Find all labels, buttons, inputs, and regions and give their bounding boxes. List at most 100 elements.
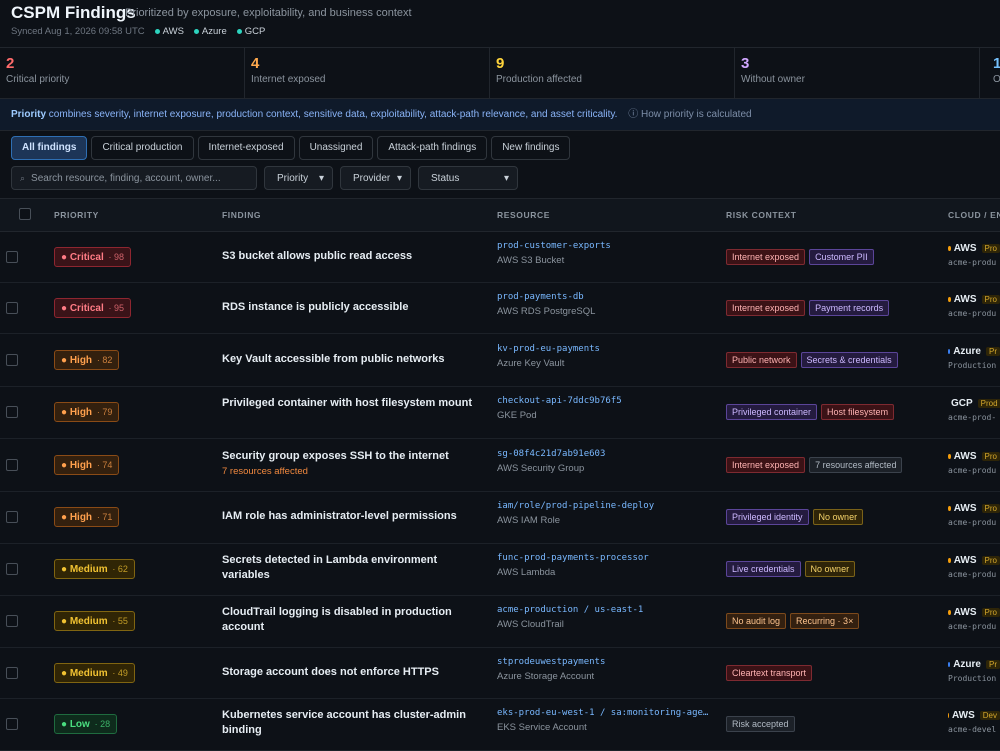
status-select[interactable]: Status ▾ [418, 166, 518, 190]
resource-name[interactable]: kv-prod-eu-payments [497, 344, 711, 354]
resource-cell[interactable]: iam/role/prod-pipeline-deploy AWS IAM Rol… [497, 501, 711, 526]
environment-badge: Pro [981, 451, 1000, 461]
tab-unassigned[interactable]: Unassigned [298, 136, 374, 160]
table-row[interactable]: ● High · 79 Privileged container with ho… [0, 386, 1000, 439]
table-row[interactable]: ● Medium · 55 CloudTrail logging is disa… [0, 595, 1000, 648]
resource-name[interactable]: func-prod-payments-processor [497, 553, 711, 563]
page-subtitle: Prioritized by exposure, exploitability,… [125, 7, 412, 19]
cloud-provider: AWS [951, 710, 975, 721]
row-checkbox[interactable] [6, 511, 18, 523]
finding-title[interactable]: Security group exposes SSH to the intern… [222, 449, 484, 479]
priority-badge: ● High · 74 [54, 454, 120, 475]
resource-name[interactable]: iam/role/prod-pipeline-deploy [497, 501, 711, 511]
tab-critical-production[interactable]: Critical production [91, 136, 194, 160]
resource-cell[interactable]: acme-production / us-east-1 AWS CloudTrai… [497, 605, 711, 630]
search-input[interactable]: ⌕ Search resource, finding, account, own… [11, 166, 257, 190]
row-checkbox[interactable] [6, 353, 18, 366]
environment-badge: Pro [981, 243, 1000, 253]
priority-badge: ● Medium · 62 [54, 559, 135, 579]
select-all-checkbox[interactable] [19, 208, 31, 220]
stat-without-owner[interactable]: 3 Without owner [735, 48, 980, 98]
resource-name[interactable]: checkout-api-7ddc9b76f5 [497, 396, 711, 406]
filter-bar: ⌕ Search resource, finding, account, own… [11, 166, 518, 190]
finding-title[interactable]: Privileged container with host filesyste… [222, 396, 484, 411]
tab-attack-path-findings[interactable]: Attack-path findings [377, 136, 488, 160]
finding-title[interactable]: CloudTrail logging is disabled in produc… [222, 605, 484, 635]
resource-cell[interactable]: stprodeuwestpayments Azure Storage Accoun… [497, 657, 711, 682]
resource-name[interactable]: prod-payments-db [497, 292, 711, 302]
column-cloud-environment[interactable]: CLOUD / EN [948, 210, 1000, 220]
table-row[interactable]: ● High · 74 Security group exposes SSH t… [0, 438, 1000, 492]
row-checkbox[interactable] [6, 301, 18, 314]
tab-new-findings[interactable]: New findings [491, 136, 571, 160]
environment-badge: Pro [981, 294, 1000, 304]
sync-status: Synced Aug 1, 2026 09:58 UTC AWS Azure G… [11, 26, 265, 37]
resource-cell[interactable]: kv-prod-eu-payments Azure Key Vault [497, 344, 711, 369]
column-priority[interactable]: PRIORITY [54, 210, 99, 220]
stat-production-affected[interactable]: 9 Production affected [490, 48, 735, 98]
table-row[interactable]: ● High · 82 Key Vault accessible from pu… [0, 333, 1000, 387]
finding-title[interactable]: Secrets detected in Lambda environment v… [222, 553, 484, 583]
table-row[interactable]: ● Medium · 62 Secrets detected in Lambda… [0, 543, 1000, 596]
resource-cell[interactable]: prod-payments-db AWS RDS PostgreSQL [497, 292, 711, 317]
resource-name[interactable]: stprodeuwestpayments [497, 657, 711, 667]
finding-subtext: 7 resources affected [222, 465, 308, 477]
how-priority-link[interactable]: ⓘ How priority is calculated [628, 109, 751, 120]
cloud-provider: AWS [953, 555, 977, 566]
finding-title[interactable]: Storage account does not enforce HTTPS [222, 665, 484, 680]
tab-all-findings[interactable]: All findings [11, 136, 88, 160]
resource-name[interactable]: prod-customer-exports [497, 241, 711, 251]
risk-tag: 7 resources affected [809, 456, 903, 473]
table-row[interactable]: ● Medium · 49 Storage account does not e… [0, 647, 1000, 699]
resource-name[interactable]: sg-08f4c21d7ab91e603 [497, 449, 711, 459]
table-row[interactable]: ● Critical · 95 RDS instance is publicly… [0, 282, 1000, 334]
priority-select[interactable]: Priority ▾ [264, 166, 333, 190]
cloud-provider: Azure [953, 658, 981, 670]
row-checkbox[interactable] [6, 718, 18, 730]
resource-name[interactable]: eks-prod-eu-west-1 / sa:monitoring-age… [497, 708, 711, 718]
column-finding[interactable]: FINDING [222, 210, 261, 220]
table-row[interactable]: ● High · 71 IAM role has administrator-l… [0, 491, 1000, 544]
finding-title[interactable]: Key Vault accessible from public network… [222, 352, 484, 367]
finding-title[interactable]: RDS instance is publicly accessible [222, 300, 484, 315]
column-risk-context[interactable]: RISK CONTEXT [726, 210, 796, 220]
status-dot-icon [236, 29, 242, 34]
resource-cell[interactable]: prod-customer-exports AWS S3 Bucket [497, 241, 711, 266]
risk-tag: Public network [726, 351, 797, 368]
risk-tag: Cleartext transport [726, 664, 813, 681]
priority-badge: ● Medium · 49 [54, 662, 135, 683]
finding-title[interactable]: Kubernetes service account has cluster-a… [222, 708, 484, 738]
table-row[interactable]: ● Low · 28 Kubernetes service account ha… [0, 698, 1000, 751]
priority-badge: ● High · 82 [54, 349, 120, 370]
resource-cell[interactable]: eks-prod-eu-west-1 / sa:monitoring-age… E… [497, 708, 711, 733]
row-checkbox[interactable] [6, 615, 18, 627]
cloud-dot-icon [948, 245, 951, 251]
row-checkbox[interactable] [6, 458, 18, 471]
cloud-dot-icon [948, 713, 949, 718]
resource-cell[interactable]: checkout-api-7ddc9b76f5 GKE Pod [497, 396, 711, 421]
stat-overflow[interactable]: 1Ov [980, 48, 1000, 98]
row-checkbox[interactable] [6, 250, 18, 263]
finding-title[interactable]: IAM role has administrator-level permiss… [222, 509, 484, 524]
row-checkbox[interactable] [6, 666, 18, 679]
table-row[interactable]: ● Critical · 98 S3 bucket allows public … [0, 231, 1000, 283]
provider-select[interactable]: Provider ▾ [340, 166, 411, 190]
risk-tag: Internet exposed [726, 299, 806, 316]
stat-internet-exposed[interactable]: 4 Internet exposed [245, 48, 490, 98]
resource-cell[interactable]: sg-08f4c21d7ab91e603 AWS Security Group [497, 449, 711, 474]
resource-name[interactable]: acme-production / us-east-1 [497, 605, 711, 615]
row-checkbox[interactable] [6, 563, 18, 575]
priority-label: Priority [11, 109, 47, 120]
row-checkbox[interactable] [6, 406, 18, 418]
environment-badge: Pr [986, 659, 1000, 669]
summary-stats: 2 Critical priority 4 Internet exposed 9 Pr… [0, 48, 1000, 99]
info-icon: ⓘ [628, 109, 639, 120]
resource-cell[interactable]: func-prod-payments-processor AWS Lambda [497, 553, 711, 578]
cloud-env-cell: AWS Dev acme-devel [948, 710, 1000, 734]
column-resource[interactable]: RESOURCE [497, 210, 550, 220]
risk-tag: Risk accepted [726, 716, 795, 732]
environment-badge: Pr [986, 346, 1000, 356]
finding-title[interactable]: S3 bucket allows public read access [222, 249, 484, 264]
tab-internet-exposed[interactable]: Internet-exposed [197, 136, 295, 160]
stat-critical-priority[interactable]: 2 Critical priority [0, 48, 245, 98]
